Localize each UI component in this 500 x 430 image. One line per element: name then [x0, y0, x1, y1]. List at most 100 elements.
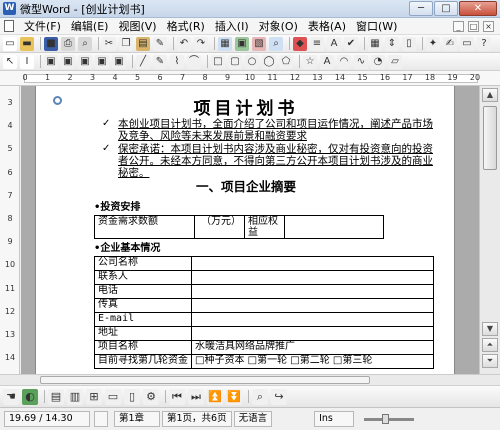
prev-page-icon[interactable]: ⏮ — [169, 388, 185, 405]
sign-icon[interactable]: ✍ — [443, 36, 457, 51]
menu-view[interactable]: 视图(V) — [114, 18, 162, 34]
next-page-scroll-button[interactable]: ⏷ — [482, 354, 498, 368]
table-value-cell[interactable] — [191, 256, 434, 271]
page-setup-icon[interactable]: ▯ — [402, 36, 416, 51]
doc-minimize-button[interactable]: _ — [453, 20, 464, 32]
paste-icon[interactable]: ▤ — [136, 36, 150, 51]
menu-window[interactable]: 窗口(W) — [352, 18, 403, 34]
redo-icon[interactable]: ↷ — [194, 36, 208, 51]
table-value-cell[interactable]: 水暖洁具网络品牌推广 — [191, 340, 434, 355]
columns-icon[interactable]: ≡ — [310, 36, 324, 51]
document-canvas[interactable]: 项目计划书 ✓ 本创业项目计划书，全面介绍了公司和项目运作情况，阐述产品市场及竞… — [21, 86, 479, 374]
horizontal-scrollbar[interactable] — [0, 374, 500, 385]
menu-edit[interactable]: 编辑(E) — [67, 18, 115, 34]
help-icon[interactable]: ? — [477, 36, 491, 51]
ellipse-icon[interactable]: ○ — [245, 54, 259, 69]
color-picker-icon[interactable]: ◆ — [293, 36, 307, 51]
document-page[interactable]: 项目计划书 ✓ 本创业项目计划书，全面介绍了公司和项目运作情况，阐述产品市场及竞… — [35, 86, 455, 374]
table-label-cell[interactable]: E-mail — [94, 312, 192, 327]
new-doc-icon[interactable]: ▭ — [3, 36, 17, 51]
last-page-icon[interactable]: ⏬ — [226, 388, 242, 405]
table-cell[interactable]: 相应权益 — [244, 215, 285, 239]
doc-close-button[interactable]: × — [483, 20, 494, 32]
outline-view-icon[interactable]: ▭ — [105, 388, 121, 405]
picture-frame-4-icon[interactable]: ▣ — [95, 54, 109, 69]
window-icon[interactable]: ▭ — [460, 36, 474, 51]
text-view-icon[interactable]: ▯ — [124, 388, 140, 405]
table-label-cell[interactable]: 公司名称 — [94, 256, 192, 271]
menu-file[interactable]: 文件(F) — [20, 18, 67, 34]
zoom-slider-knob[interactable] — [382, 413, 390, 424]
table-label-cell[interactable]: 项目名称 — [94, 340, 192, 355]
rectangle-icon[interactable]: □ — [211, 54, 225, 69]
grid-icon[interactable]: ▦ — [368, 36, 382, 51]
picture-frame-2-icon[interactable]: ▣ — [61, 54, 75, 69]
spell-check-icon[interactable]: ✔ — [344, 36, 358, 51]
horizontal-scroll-thumb[interactable] — [40, 376, 370, 384]
circle-icon[interactable]: ◯ — [262, 54, 276, 69]
wizard-icon[interactable]: ✦ — [426, 36, 440, 51]
insert-object-icon[interactable]: ▧ — [252, 36, 266, 51]
next-page-icon[interactable]: ⏭ — [188, 388, 204, 405]
text-cursor-icon[interactable]: I — [20, 54, 34, 69]
zoom-slider[interactable] — [364, 413, 415, 424]
horizontal-ruler[interactable]: 0 1 2 3 4 5 6 7 8 9 10 11 12 13 14 15 16 17 18 19 20 — [0, 71, 500, 86]
table-label-cell[interactable]: 传真 — [94, 298, 192, 313]
table-label-cell[interactable]: 联系人 — [94, 270, 192, 285]
table-value-cell[interactable] — [191, 270, 434, 285]
line-icon[interactable]: ╱ — [136, 54, 150, 69]
menu-table[interactable]: 表格(A) — [304, 18, 352, 34]
table-value-cell[interactable] — [191, 312, 434, 327]
table-value-cell[interactable] — [191, 284, 434, 299]
table-value-cell[interactable] — [191, 298, 434, 313]
picture-frame-icon[interactable]: ▣ — [44, 54, 58, 69]
settings-view-icon[interactable]: ⚙ — [143, 388, 159, 405]
polyline-icon[interactable]: ⌒ — [187, 54, 201, 69]
scroll-thumb[interactable] — [483, 106, 497, 170]
pages-icon[interactable]: ▤ — [48, 388, 64, 405]
hand-tool-icon[interactable]: ☚ — [3, 388, 19, 405]
print-preview-icon[interactable]: ⌕ — [78, 36, 92, 51]
callout-icon[interactable]: ▱ — [388, 54, 402, 69]
zoom-icon[interactable]: ⌕ — [269, 36, 283, 51]
insert-image-icon[interactable]: ▣ — [235, 36, 249, 51]
table-value-cell[interactable]: □种子资本 □第一轮 □第二轮 □第三轮 — [191, 354, 434, 369]
select-arrow-icon[interactable]: ↖ — [3, 54, 17, 69]
table-icon[interactable]: ▦ — [218, 36, 232, 51]
polygon-icon[interactable]: ⬠ — [279, 54, 293, 69]
copy-icon[interactable]: ❐ — [119, 36, 133, 51]
scroll-down-button[interactable]: ▼ — [482, 322, 498, 336]
text-direction-icon[interactable]: ⇕ — [385, 36, 399, 51]
undo-icon[interactable]: ↶ — [177, 36, 191, 51]
picture-frame-5-icon[interactable]: ▣ — [112, 54, 126, 69]
table-label-cell[interactable]: 电话 — [94, 284, 192, 299]
pencil-icon[interactable]: ✎ — [153, 54, 167, 69]
brush-icon[interactable]: ⌇ — [170, 54, 184, 69]
close-button[interactable]: ✕ — [459, 1, 497, 16]
art-text-icon[interactable]: A — [320, 54, 334, 69]
menu-insert[interactable]: 插入(I) — [211, 18, 255, 34]
star-icon[interactable]: ☆ — [303, 54, 317, 69]
text-frame-icon[interactable]: A — [327, 36, 341, 51]
rounded-rect-icon[interactable]: ▢ — [228, 54, 242, 69]
open-folder-icon[interactable]: ▬ — [20, 36, 34, 51]
table-cell[interactable]: （万元） — [194, 215, 245, 239]
table-value-cell[interactable] — [191, 326, 434, 341]
table-label-cell[interactable]: 地址 — [94, 326, 192, 341]
table-cell[interactable]: 资金需求数额 — [94, 215, 195, 239]
menu-format[interactable]: 格式(R) — [163, 18, 211, 34]
color-fill-icon[interactable]: ◐ — [22, 388, 38, 405]
curve-icon[interactable]: ∿ — [354, 54, 368, 69]
table-label-cell[interactable]: 目前寻找第几轮资金 — [94, 354, 192, 369]
picture-frame-3-icon[interactable]: ▣ — [78, 54, 92, 69]
arc-icon[interactable]: ◠ — [337, 54, 351, 69]
goto-icon[interactable]: ↪ — [271, 388, 287, 405]
zoom-view-icon[interactable]: ⊞ — [86, 388, 102, 405]
vertical-scrollbar[interactable]: ▲ ▼ ⏶ ⏷ — [479, 86, 500, 374]
find-icon[interactable]: ⌕ — [252, 388, 268, 405]
menu-object[interactable]: 对象(O) — [255, 18, 304, 34]
table-cell[interactable] — [284, 215, 384, 239]
vertical-ruler[interactable]: 3 4 5 6 7 8 9 10 11 12 13 14 — [0, 86, 20, 374]
scroll-up-button[interactable]: ▲ — [482, 88, 498, 102]
doc-restore-button[interactable]: □ — [468, 20, 479, 32]
